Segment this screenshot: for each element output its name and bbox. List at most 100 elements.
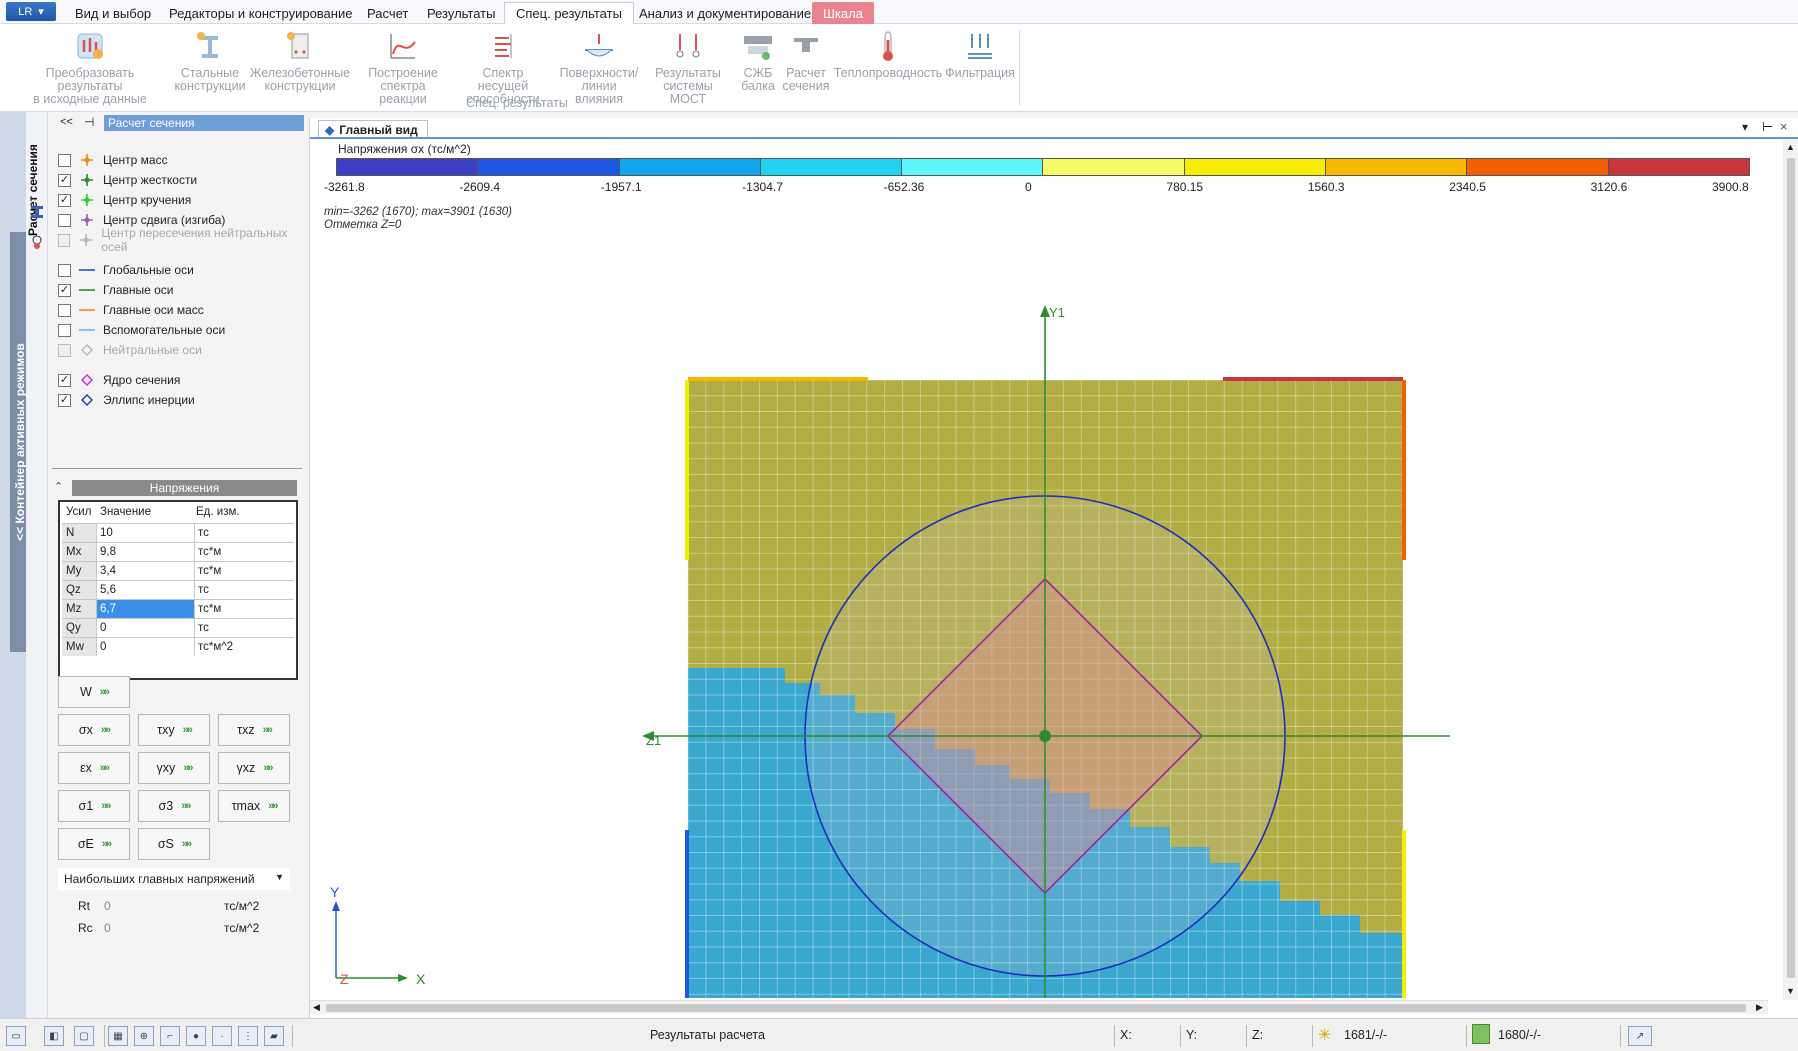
heat-conductivity-button[interactable]: Теплопроводность bbox=[834, 28, 942, 80]
option-principal-axes[interactable]: ✓ Главные оси bbox=[58, 280, 174, 300]
grid-icon[interactable]: ▦ bbox=[108, 1026, 128, 1046]
dropdown-arrow-icon[interactable]: ▼ bbox=[275, 872, 284, 882]
checkbox[interactable] bbox=[58, 263, 71, 277]
section-calc-tab-label[interactable]: Расчет сечения bbox=[25, 135, 41, 245]
table-row[interactable]: N 10 тс bbox=[62, 523, 294, 542]
point-icon[interactable]: ● bbox=[186, 1026, 206, 1046]
checkbox-checked[interactable]: ✓ bbox=[58, 173, 71, 187]
plane-icon[interactable]: ▰ bbox=[264, 1026, 284, 1046]
collapse-panel-icon[interactable]: << bbox=[60, 116, 73, 128]
horizontal-scrollbar[interactable]: ◀ ▶ bbox=[310, 1000, 1768, 1014]
sigma-s-button[interactable]: σS »» bbox=[138, 828, 210, 860]
scroll-left-icon[interactable]: ◀ bbox=[313, 1002, 320, 1013]
capacity-spectrum-button[interactable]: Спектр несущей способности bbox=[456, 28, 550, 106]
sigma-e-button[interactable]: σE »» bbox=[58, 828, 130, 860]
snap-node-icon[interactable]: ⊕ bbox=[134, 1026, 154, 1046]
response-spectrum-button[interactable]: Построение спектра реакции bbox=[356, 28, 450, 106]
option-inertia-ellipse[interactable]: ✓ Эллипс инерции bbox=[58, 390, 195, 410]
steel-structures-button[interactable]: Стальные конструкции bbox=[174, 28, 246, 93]
force-value-selected[interactable]: 6,7 bbox=[96, 600, 194, 618]
checkbox-checked[interactable]: ✓ bbox=[58, 283, 71, 297]
pin-icon[interactable]: ⊣ bbox=[84, 115, 94, 129]
option-global-axes[interactable]: Глобальные оси bbox=[58, 260, 194, 280]
thermal-mode-icon[interactable] bbox=[29, 234, 45, 250]
checkbox[interactable] bbox=[58, 303, 71, 317]
snap-line-icon[interactable]: ⌐ bbox=[160, 1026, 180, 1046]
rc-value[interactable]: 0 bbox=[104, 921, 224, 935]
tab-editors[interactable]: Редакторы и конструирование bbox=[158, 2, 363, 24]
window-icon[interactable]: ▢ bbox=[74, 1026, 94, 1046]
sigma-3-button[interactable]: σ3 »» bbox=[138, 790, 210, 822]
gamma-xz-button[interactable]: γxz »» bbox=[218, 752, 290, 784]
influence-surfaces-button[interactable]: Поверхности/ линии влияния bbox=[556, 28, 642, 106]
scroll-thumb[interactable] bbox=[1787, 158, 1795, 978]
small-point-icon[interactable]: · bbox=[212, 1026, 232, 1046]
option-center-mass[interactable]: Центр масс bbox=[58, 150, 168, 170]
table-row[interactable]: My 3,4 тс*м bbox=[62, 561, 294, 580]
gamma-xy-button[interactable]: γxy »» bbox=[138, 752, 210, 784]
sigma-x-button[interactable]: σx »» bbox=[58, 714, 130, 746]
force-value[interactable]: 0 bbox=[96, 638, 194, 656]
checkbox[interactable] bbox=[58, 213, 71, 227]
table-row[interactable]: Mz 6,7 тс*м bbox=[62, 599, 294, 618]
app-menu-button[interactable]: LR ▾ bbox=[6, 2, 56, 21]
scroll-right-icon[interactable]: ▶ bbox=[1756, 1002, 1763, 1013]
collapse-up-icon[interactable]: ⌃ bbox=[54, 480, 63, 493]
w-button[interactable]: W »» bbox=[58, 676, 130, 708]
force-value[interactable]: 10 bbox=[96, 524, 194, 542]
option-section-core[interactable]: ✓ Ядро сечения bbox=[58, 370, 180, 390]
layers-icon[interactable]: ◧ bbox=[44, 1026, 64, 1046]
checkbox[interactable] bbox=[58, 323, 71, 337]
tau-xy-button[interactable]: τxy »» bbox=[138, 714, 210, 746]
force-value[interactable]: 3,4 bbox=[96, 562, 194, 580]
tau-xz-button[interactable]: τxz »» bbox=[218, 714, 290, 746]
checkbox-checked[interactable]: ✓ bbox=[58, 373, 71, 387]
bridge-results-button[interactable]: Результаты системы МОСТ bbox=[646, 28, 730, 106]
active-modes-container-strip[interactable]: << Контейнер активных режимов bbox=[0, 112, 30, 1018]
option-mass-axes[interactable]: Главные оси масс bbox=[58, 300, 204, 320]
vertical-scrollbar[interactable]: ▲ ▼ bbox=[1783, 140, 1798, 1000]
tab-view-select[interactable]: Вид и выбор bbox=[64, 2, 162, 24]
rt-value[interactable]: 0 bbox=[104, 899, 224, 913]
option-center-stiffness[interactable]: ✓ Центр жесткости bbox=[58, 170, 197, 190]
option-center-torsion[interactable]: ✓ Центр кручения bbox=[58, 190, 191, 210]
checkbox[interactable] bbox=[58, 153, 71, 167]
scroll-down-icon[interactable]: ▼ bbox=[1786, 986, 1795, 996]
checkbox-checked[interactable]: ✓ bbox=[58, 193, 71, 207]
force-value[interactable]: 5,6 bbox=[96, 581, 194, 599]
principal-stress-select[interactable]: Наибольших главных напряжений ▼ bbox=[58, 868, 290, 890]
filtration-button[interactable]: Фильтрация bbox=[944, 28, 1016, 80]
tab-results[interactable]: Результаты bbox=[416, 2, 506, 24]
close-view-icon[interactable]: × bbox=[1780, 119, 1788, 134]
table-row[interactable]: Qz 5,6 тс bbox=[62, 580, 294, 599]
checkbox-checked[interactable]: ✓ bbox=[58, 393, 71, 407]
tab-special-results[interactable]: Спец. результаты bbox=[504, 2, 634, 24]
composite-beam-button[interactable]: СЖБ балка bbox=[738, 28, 778, 93]
scroll-thumb[interactable] bbox=[326, 1004, 1746, 1012]
reinforced-concrete-button[interactable]: Железобетонные конструкции bbox=[250, 28, 350, 93]
edge-strip bbox=[685, 380, 689, 560]
section-calc-side-tab[interactable]: Расчет сечения bbox=[26, 112, 48, 1018]
pin-view-icon[interactable]: ⊢ bbox=[1762, 119, 1773, 135]
table-row[interactable]: Qy 0 тс bbox=[62, 618, 294, 637]
tau-max-button[interactable]: τmax »» bbox=[218, 790, 290, 822]
section-icon[interactable] bbox=[29, 204, 45, 220]
convert-results-button[interactable]: Преобразовать результаты в исходные данн… bbox=[14, 28, 166, 106]
view-list-icon[interactable]: ▾ bbox=[1742, 120, 1748, 134]
tab-analysis[interactable]: Расчет bbox=[356, 2, 419, 24]
force-value[interactable]: 9,8 bbox=[96, 543, 194, 561]
scroll-up-icon[interactable]: ▲ bbox=[1786, 142, 1795, 152]
axes-orientation-icon[interactable]: ↗ bbox=[1628, 1026, 1652, 1046]
ruler-icon[interactable]: ▭ bbox=[6, 1026, 26, 1046]
table-row[interactable]: Mx 9,8 тс*м bbox=[62, 542, 294, 561]
tab-scale[interactable]: Шкала bbox=[812, 2, 874, 24]
table-row[interactable]: Mw 0 тс*м^2 bbox=[62, 637, 294, 656]
snap-grid-icon[interactable]: ⋮ bbox=[238, 1026, 258, 1046]
section-calc-button[interactable]: Расчет сечения bbox=[782, 28, 830, 93]
sigma-1-button[interactable]: σ1 »» bbox=[58, 790, 130, 822]
section-canvas[interactable]: Y1 Z1 Y Z X bbox=[310, 213, 1780, 998]
tab-analysis-documentation[interactable]: Анализ и документирование bbox=[628, 2, 822, 24]
option-aux-axes[interactable]: Вспомогательные оси bbox=[58, 320, 225, 340]
force-value[interactable]: 0 bbox=[96, 619, 194, 637]
epsilon-x-button[interactable]: εx »» bbox=[58, 752, 130, 784]
